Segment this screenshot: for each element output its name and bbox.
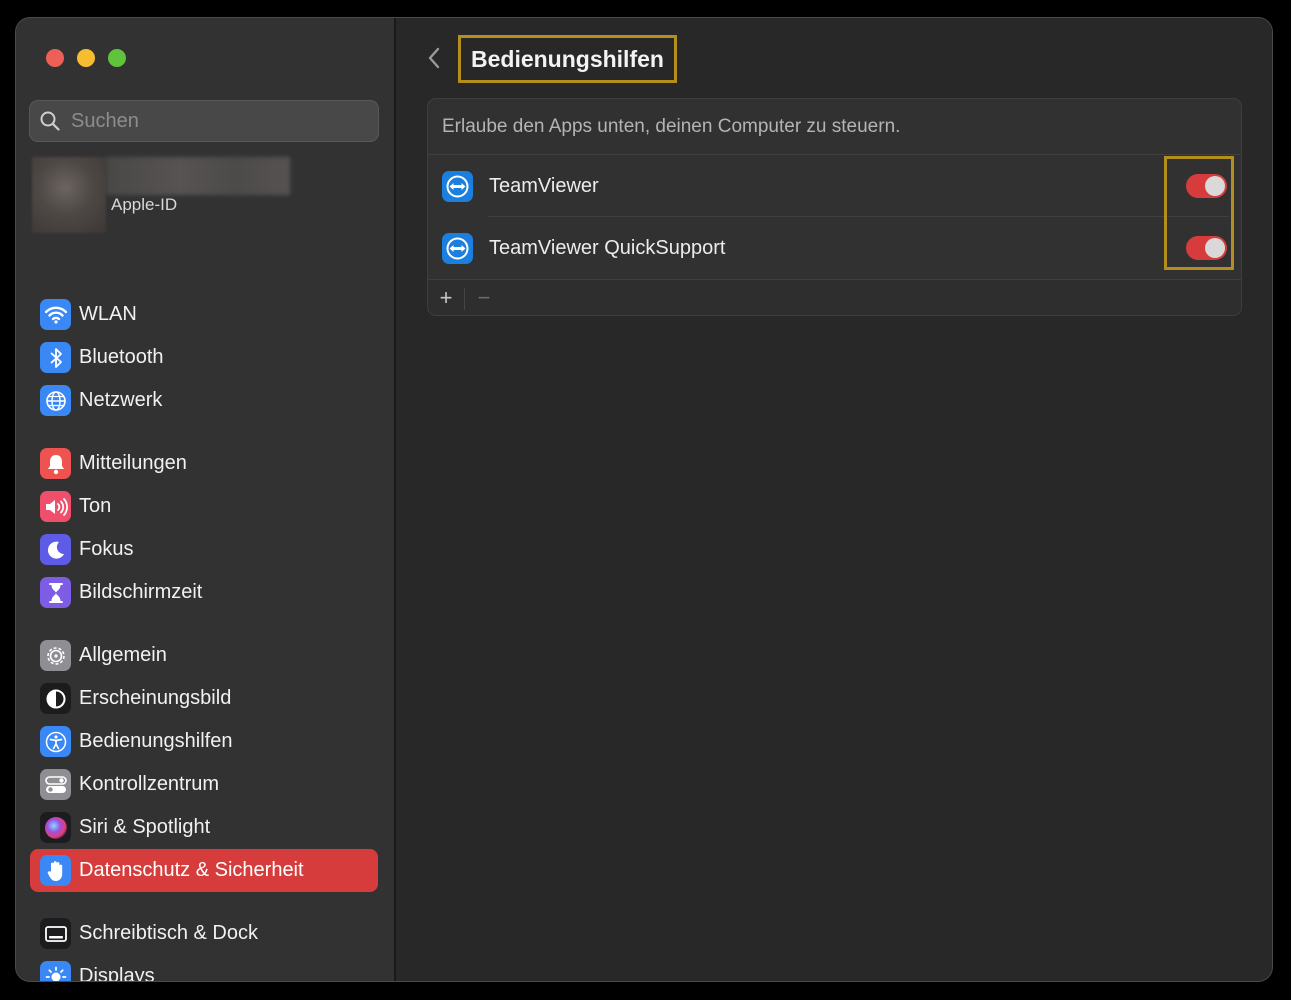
sidebar-item-ton[interactable]: Ton [30, 485, 378, 528]
sidebar-item-label: Bluetooth [79, 346, 164, 368]
teamviewer-icon [442, 170, 473, 202]
sidebar-menu: WLAN Bluetooth Netzwerk Mitteilungen Ton… [30, 293, 378, 981]
divider [464, 288, 465, 310]
app-row-teamviewer: TeamViewer [428, 155, 1241, 217]
teamviewer-icon [442, 232, 473, 264]
app-name: TeamViewer [489, 174, 599, 197]
toggles-highlight [1164, 156, 1234, 270]
search-placeholder: Suchen [71, 109, 139, 132]
control-center-icon [40, 769, 71, 800]
hand-icon [40, 855, 71, 886]
window-controls [46, 49, 126, 67]
add-app-button[interactable]: + [428, 280, 464, 315]
close-button[interactable] [46, 49, 64, 67]
sidebar-item-siri-spotlight[interactable]: Siri & Spotlight [30, 806, 378, 849]
sidebar-item-label: Erscheinungsbild [79, 687, 232, 709]
sidebar-item-label: Allgemein [79, 644, 167, 666]
page-title: Bedienungshilfen [471, 45, 664, 72]
sidebar-item-bildschirmzeit[interactable]: Bildschirmzeit [30, 571, 378, 614]
sidebar-item-label: Ton [79, 495, 112, 517]
sidebar-item-bluetooth[interactable]: Bluetooth [30, 336, 378, 379]
sidebar-item-label: Datenschutz & Sicherheit [79, 859, 304, 881]
wifi-icon [40, 299, 71, 330]
search-input[interactable]: Suchen [29, 100, 379, 142]
speaker-icon [40, 491, 71, 522]
accessibility-icon [40, 726, 71, 757]
sidebar-item-label: Bildschirmzeit [79, 581, 203, 603]
zoom-button[interactable] [108, 49, 126, 67]
sidebar-item-netzwerk[interactable]: Netzwerk [30, 379, 378, 422]
sidebar-item-wlan[interactable]: WLAN [30, 293, 378, 336]
avatar [32, 157, 106, 233]
hourglass-icon [40, 577, 71, 608]
sidebar-item-displays[interactable]: Displays [30, 955, 378, 981]
sidebar-item-fokus[interactable]: Fokus [30, 528, 378, 571]
minimize-button[interactable] [77, 49, 95, 67]
sidebar-item-label: Mitteilungen [79, 452, 187, 474]
appearance-icon [40, 683, 71, 714]
sidebar-item-schreibtisch-dock[interactable]: Schreibtisch & Dock [30, 912, 378, 955]
app-name: TeamViewer QuickSupport [489, 236, 726, 259]
system-settings-window: Suchen Apple-ID WLAN Bluetooth Netzwerk … [16, 18, 1272, 981]
panel-description: Erlaube den Apps unten, deinen Computer … [442, 116, 901, 137]
globe-icon [40, 385, 71, 416]
sidebar-item-label: Displays [79, 965, 155, 981]
sidebar-item-erscheinungsbild[interactable]: Erscheinungsbild [30, 677, 378, 720]
bell-icon [40, 448, 71, 479]
account-name-redacted [106, 157, 290, 195]
moon-icon [40, 534, 71, 565]
sidebar-item-label: Netzwerk [79, 389, 163, 411]
search-icon [40, 111, 60, 131]
sidebar-item-label: Siri & Spotlight [79, 816, 211, 838]
back-chevron-icon[interactable] [426, 46, 442, 70]
remove-app-button[interactable]: − [466, 280, 502, 315]
sidebar-item-mitteilungen[interactable]: Mitteilungen [30, 442, 378, 485]
siri-icon [40, 812, 71, 843]
sidebar-item-kontrollzentrum[interactable]: Kontrollzentrum [30, 763, 378, 806]
sidebar-item-label: Schreibtisch & Dock [79, 922, 258, 944]
sidebar-item-allgemein[interactable]: Allgemein [30, 634, 378, 677]
sidebar-item-label: Bedienungshilfen [79, 730, 233, 752]
sidebar-item-bedienungshilfen[interactable]: Bedienungshilfen [30, 720, 378, 763]
apple-id-label: Apple-ID [111, 195, 178, 214]
page-title-highlight: Bedienungshilfen [458, 35, 677, 83]
list-footer: + − [428, 279, 1241, 315]
sidebar-item-label: WLAN [79, 303, 137, 325]
sidebar-item-datenschutz-sicherheit[interactable]: Datenschutz & Sicherheit [30, 849, 378, 892]
sun-icon [40, 961, 71, 981]
gear-icon [40, 640, 71, 671]
app-row-teamviewer-quicksupport: TeamViewer QuickSupport [428, 217, 1241, 279]
sidebar: Suchen Apple-ID WLAN Bluetooth Netzwerk … [16, 18, 396, 981]
main-content: Bedienungshilfen Erlaube den Apps unten,… [396, 18, 1272, 981]
sidebar-item-label: Fokus [79, 538, 134, 560]
dock-icon [40, 918, 71, 949]
apps-permission-panel: Erlaube den Apps unten, deinen Computer … [427, 98, 1242, 316]
bluetooth-icon [40, 342, 71, 373]
apple-id-account[interactable]: Apple-ID [32, 157, 302, 233]
sidebar-item-label: Kontrollzentrum [79, 773, 220, 795]
